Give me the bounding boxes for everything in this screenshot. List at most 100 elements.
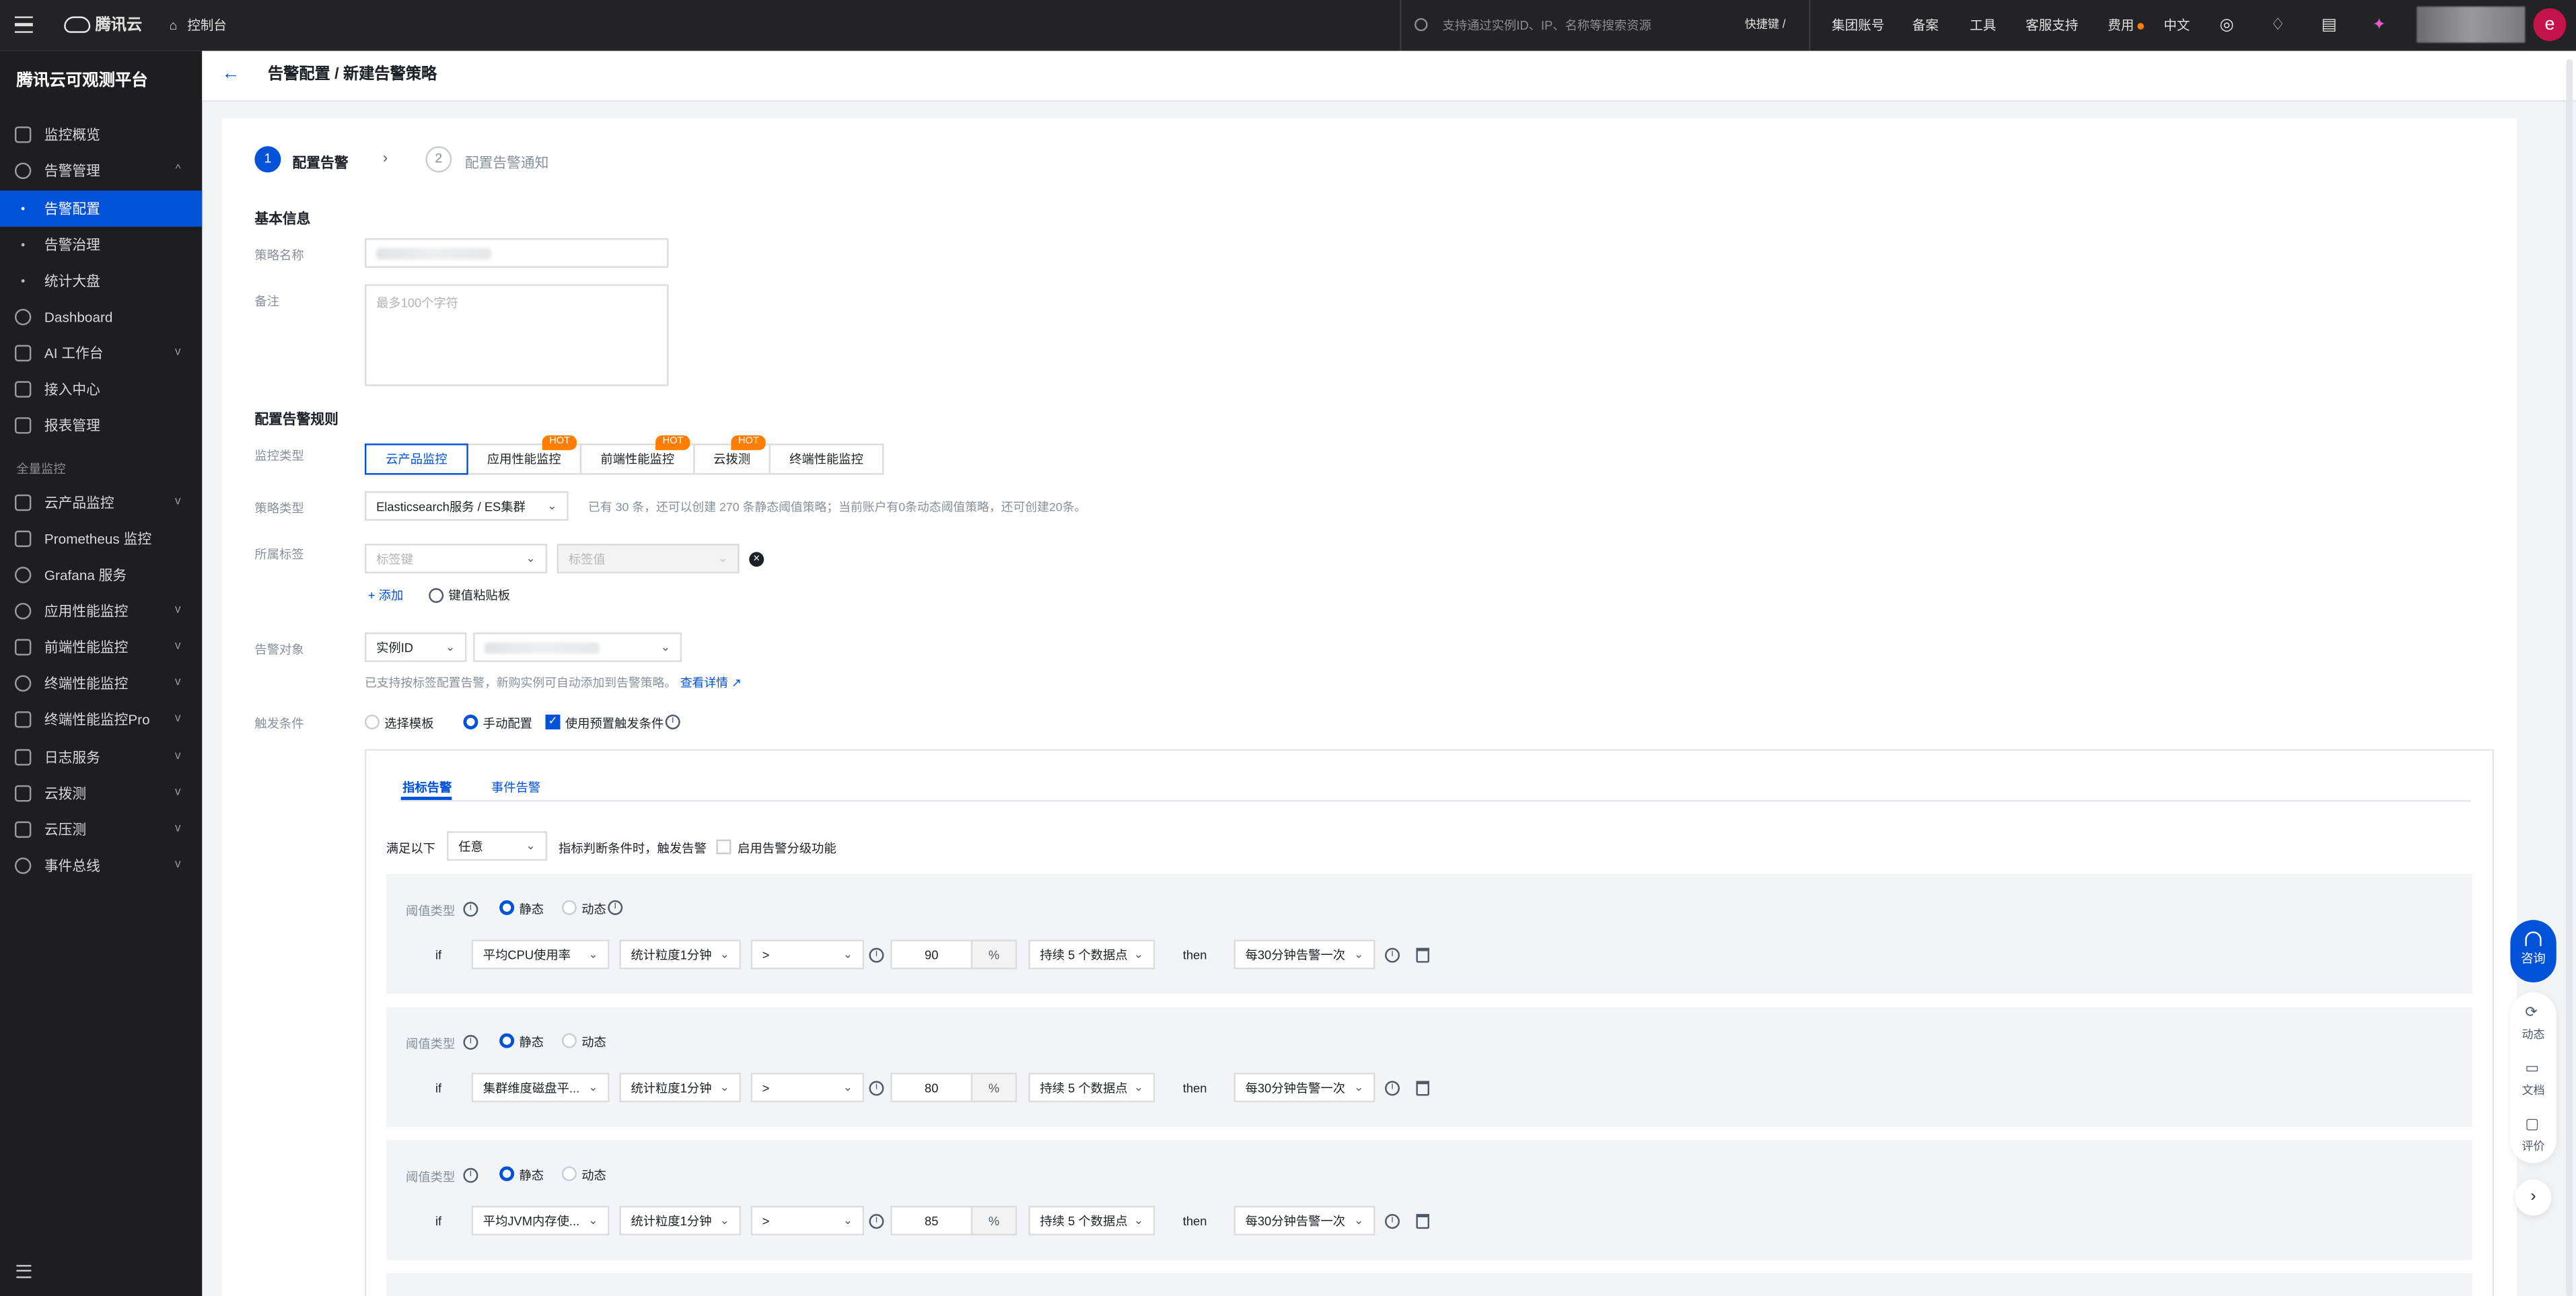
sidebar-item-dial-test[interactable]: 云拨测 v (0, 775, 202, 812)
sidebar-item-prometheus[interactable]: Prometheus 监控 (0, 521, 202, 557)
info-icon[interactable]: i (463, 1167, 478, 1183)
nav-tools[interactable]: 工具 (1970, 0, 1996, 51)
operator-select[interactable]: > ⌄ (750, 1073, 865, 1103)
static-label[interactable]: 静态 (519, 1166, 544, 1184)
trigger-manual-radio[interactable] (463, 714, 478, 729)
trash-icon[interactable] (1416, 1214, 1429, 1229)
alarm-grade-label[interactable]: 启用告警分级功能 (738, 840, 836, 858)
metric-select[interactable]: 集群维度磁盘平... ⌄ (471, 1073, 610, 1103)
static-radio[interactable] (499, 1166, 515, 1182)
duration-select[interactable]: 持续 5 个数据点 ⌄ (1028, 1073, 1155, 1103)
static-radio[interactable] (499, 900, 515, 915)
satisfy-select[interactable]: 任意 ⌄ (447, 831, 547, 861)
duration-select[interactable]: 持续 5 个数据点 ⌄ (1028, 1205, 1155, 1235)
sidebar-item-terminal-pro[interactable]: 终端性能监控Pro v (0, 701, 202, 737)
granularity-select[interactable]: 统计粒度1分钟 ⌄ (619, 1073, 742, 1103)
avatar[interactable]: e (2533, 8, 2567, 42)
static-label[interactable]: 静态 (519, 900, 544, 919)
target-type-select[interactable]: 实例ID ⌄ (364, 632, 467, 662)
info-icon[interactable]: i (665, 714, 680, 729)
operator-select[interactable]: > ⌄ (750, 939, 865, 970)
view-details-link[interactable]: 查看详情 ↗ (680, 675, 742, 691)
sidebar-item-dashboard[interactable]: Dashboard (0, 299, 202, 335)
static-label[interactable]: 静态 (519, 1034, 544, 1052)
alarm-frequency-select[interactable]: 每30分钟告警一次 ⌄ (1233, 1073, 1375, 1103)
preset-trigger-label[interactable]: 使用预置触发条件 (565, 715, 664, 733)
dynamic-label[interactable]: 动态 (581, 900, 606, 919)
sidebar-item-alarm-manage[interactable]: 告警管理 ^ (0, 153, 202, 189)
nav-billing[interactable]: 费用 (2108, 0, 2134, 51)
info-icon[interactable]: i (463, 902, 478, 917)
sidebar-item-rum[interactable]: 前端性能监控 v (0, 629, 202, 665)
metric-select[interactable]: 平均JVM内存使... ⌄ (471, 1205, 610, 1235)
console-link[interactable]: 控制台 (187, 0, 227, 51)
sidebar-item-alarm-config[interactable]: 告警配置 (0, 190, 203, 227)
home-icon[interactable]: ⌂ (169, 0, 177, 51)
sidebar-item-terminal[interactable]: 终端性能监控 v (0, 665, 202, 702)
info-icon[interactable]: i (1385, 1081, 1400, 1096)
dynamic-label[interactable]: 动态 (581, 1034, 606, 1052)
info-icon[interactable]: i (869, 1081, 884, 1096)
sidebar-item-report[interactable]: 报表管理 (0, 407, 202, 443)
sidebar-item-stat-board[interactable]: 统计大盘 (0, 263, 202, 299)
monitor-type-dial[interactable]: 云拨测 HOT (693, 435, 771, 475)
remark-textarea[interactable]: 最多100个字符 (364, 284, 669, 386)
bell-icon[interactable]: ♢ (2270, 0, 2285, 51)
back-arrow-icon[interactable]: ← (222, 64, 240, 83)
docs-icon[interactable]: ▭ (2525, 1060, 2539, 1078)
preset-trigger-checkbox[interactable]: ✓ (545, 714, 561, 729)
menu-icon[interactable] (14, 16, 33, 33)
info-icon[interactable]: i (1385, 1214, 1400, 1229)
tab-metric-alarm[interactable]: 指标告警 (402, 779, 452, 797)
dynamic-radio[interactable] (561, 1166, 577, 1182)
nav-beian[interactable]: 备案 (1912, 0, 1939, 51)
trigger-manual-label[interactable]: 手动配置 (483, 715, 532, 733)
nav-language[interactable]: 中文 (2163, 0, 2190, 51)
info-icon[interactable]: i (463, 1035, 478, 1050)
alarm-grade-checkbox[interactable] (716, 839, 731, 855)
nav-group-account[interactable]: 集团账号 (1832, 0, 1884, 51)
updates-label[interactable]: 动态 (2521, 1027, 2544, 1043)
alarm-frequency-select[interactable]: 每30分钟告警一次 ⌄ (1233, 939, 1375, 970)
remove-tag-icon[interactable]: × (749, 552, 764, 567)
tab-event-alarm[interactable]: 事件告警 (491, 779, 540, 797)
brand-name[interactable]: 腾讯云 (96, 0, 143, 51)
target-instance-select[interactable]: ⌄ (473, 632, 682, 662)
sidebar-item-access-center[interactable]: 接入中心 (0, 371, 202, 408)
sidebar-item-event-bus[interactable]: 事件总线 v (0, 848, 202, 884)
sidebar-item-apm[interactable]: 应用性能监控 v (0, 593, 202, 629)
policy-type-select[interactable]: Elasticsearch服务 / ES集群 ⌄ (364, 491, 569, 521)
info-icon[interactable]: i (1385, 947, 1400, 963)
nav-support[interactable]: 客服支持 (2026, 0, 2078, 51)
threshold-input[interactable]: 85 (890, 1205, 973, 1235)
trigger-template-radio[interactable] (364, 714, 380, 729)
account-name[interactable] (2417, 6, 2526, 43)
static-radio[interactable] (499, 1033, 515, 1048)
paste-board-button[interactable]: 键值粘贴板 (448, 587, 510, 605)
sidebar-item-ai-workbench[interactable]: AI 工作台 v (0, 335, 202, 371)
trigger-template-label[interactable]: 选择模板 (384, 715, 433, 733)
trash-icon[interactable] (1416, 1081, 1429, 1096)
sidebar-item-alarm-govern[interactable]: 告警治理 (0, 227, 202, 263)
threshold-input[interactable]: 80 (890, 1073, 973, 1103)
operator-select[interactable]: > ⌄ (750, 1205, 865, 1235)
docs-label[interactable]: 文档 (2521, 1083, 2544, 1099)
sidebar-item-grafana[interactable]: Grafana 服务 (0, 557, 202, 593)
monitor-type-rum[interactable]: 前端性能监控 HOT (579, 435, 695, 475)
duration-select[interactable]: 持续 5 个数据点 ⌄ (1028, 939, 1155, 970)
updates-icon[interactable]: ⟳ (2525, 1004, 2537, 1022)
granularity-select[interactable]: 统计粒度1分钟 ⌄ (619, 939, 742, 970)
info-icon[interactable]: i (608, 900, 623, 915)
policy-name-input[interactable] (364, 238, 669, 268)
feedback-icon[interactable]: ▢ (2525, 1116, 2539, 1134)
sidebar-item-log[interactable]: 日志服务 v (0, 740, 202, 776)
tag-key-select[interactable]: 标签键 ⌄ (364, 544, 547, 574)
scrollbar[interactable] (2566, 59, 2573, 1296)
search-input[interactable]: 支持通过实例ID、IP、名称等搜索资源 (1443, 0, 1651, 51)
consult-button[interactable]: 咨询 (2510, 920, 2556, 982)
threshold-input[interactable]: 90 (890, 939, 973, 970)
feedback-label[interactable]: 评价 (2521, 1139, 2544, 1155)
sidebar-item-cloud-product[interactable]: 云产品监控 v (0, 484, 202, 521)
granularity-select[interactable]: 统计粒度1分钟 ⌄ (619, 1205, 742, 1235)
dynamic-label[interactable]: 动态 (581, 1166, 606, 1184)
